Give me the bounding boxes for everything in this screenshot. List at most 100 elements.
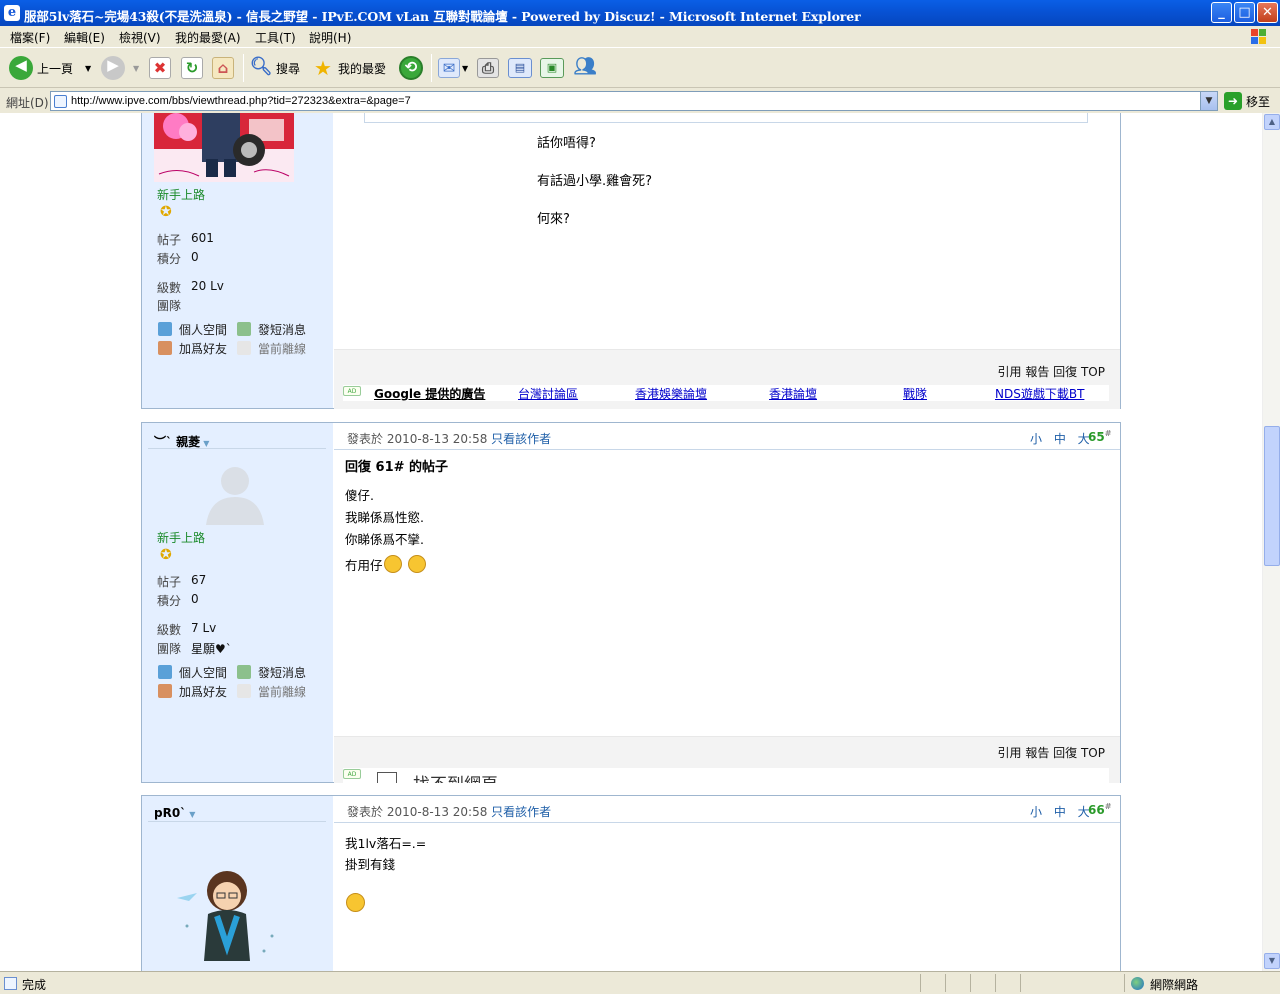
post-text-line: 冇用仔 — [345, 555, 426, 575]
username[interactable]: pR0ˋ ▼ — [154, 806, 195, 820]
post-text-line: 話你唔得? — [537, 136, 596, 151]
history-button[interactable]: ⟲ — [399, 56, 423, 80]
post-actions[interactable]: 引用 報告 回復 TOP — [998, 744, 1105, 761]
home-icon — [158, 665, 172, 679]
user-avatar — [154, 113, 294, 182]
forward-arrow-icon: ▶ — [101, 56, 125, 80]
chevron-down-icon[interactable]: ▼ — [85, 64, 91, 73]
address-bar: 網址(D) http://www.ipve.com/bbs/viewthread… — [0, 89, 1280, 113]
edit-button[interactable]: ▤ — [508, 56, 532, 80]
chevron-down-icon[interactable]: ▼ — [462, 64, 468, 73]
menu-tools[interactable]: 工具(T) — [255, 29, 296, 46]
back-button[interactable]: ◀ 上一頁 ▼ — [9, 56, 91, 80]
maximize-button[interactable]: □ — [1234, 2, 1255, 23]
address-label: 網址(D) — [6, 96, 49, 110]
post-footer: 引用 報告 回復 TOP AD 找不到網頁 — [334, 736, 1120, 783]
personal-space-link[interactable]: 個人空間 — [158, 664, 227, 681]
font-size-switch[interactable]: 小 中 大 — [1030, 803, 1094, 820]
personal-space-link[interactable]: 個人空間 — [158, 321, 227, 338]
user-avatar — [177, 871, 274, 961]
user-rank: 新手上路 — [157, 531, 206, 545]
scroll-up-icon[interactable]: ▲ — [1264, 114, 1280, 130]
close-button[interactable]: ✕ — [1257, 2, 1278, 23]
add-friend-link[interactable]: 加爲好友 — [158, 683, 227, 700]
menu-file[interactable]: 檔案(F) — [10, 29, 50, 46]
post-text-line: 你睇係爲不攣. — [345, 532, 424, 547]
offline-icon — [237, 341, 251, 355]
go-button[interactable]: ➜ 移至 — [1224, 91, 1270, 111]
messenger-icon: 👥︎ — [573, 56, 597, 77]
add-friend-link[interactable]: 加爲好友 — [158, 340, 227, 357]
printer-icon: ⎙ — [477, 58, 499, 78]
forum-post: ︶ˋ 親菱 ▼ 新手上路 ✪ 帖子 67 積分 0 級數 7 Lv 團隊 星願♥ˋ 個人空… — [141, 422, 1121, 783]
chevron-down-icon[interactable]: ▼ — [133, 64, 139, 73]
messenger-button[interactable]: 👥︎ — [573, 56, 597, 80]
page-icon — [377, 772, 397, 783]
favorites-button[interactable]: ★ 我的最愛 — [311, 56, 386, 80]
stat-level: 級數 7 Lv — [157, 621, 217, 637]
stat-team: 團隊 — [157, 299, 182, 313]
home-button[interactable]: ⌂ — [212, 56, 234, 80]
picture-icon: ▣ — [540, 58, 564, 78]
page-icon — [4, 977, 17, 990]
discuss-button[interactable]: ▣ — [540, 56, 564, 80]
stat-points: 積分 0 — [157, 250, 199, 266]
history-icon: ⟲ — [399, 56, 423, 80]
ad-link[interactable]: 香港論壇 — [769, 385, 817, 401]
windows-logo-icon — [1251, 29, 1266, 44]
username[interactable]: ︶ˋ 親菱 ▼ — [154, 433, 209, 450]
post-date: 2010-8-13 20:58 — [386, 805, 488, 819]
scroll-down-icon[interactable]: ▼ — [1264, 953, 1280, 969]
ad-link[interactable]: NDS遊戲下載BT — [995, 385, 1084, 401]
minimize-button[interactable]: _ — [1211, 2, 1232, 23]
vertical-scrollbar[interactable]: ▲ ▼ — [1262, 113, 1280, 971]
menu-help[interactable]: 說明(H) — [309, 29, 351, 46]
edit-page-icon: ▤ — [508, 58, 532, 78]
refresh-button[interactable]: ↻ — [181, 56, 203, 80]
ad-banner: AD 找不到網頁 — [343, 768, 1109, 783]
stat-team: 團隊 星願♥ˋ — [157, 642, 232, 656]
stat-posts: 帖子 67 — [157, 573, 207, 589]
chevron-down-icon: ▼ — [203, 439, 210, 448]
floor-number[interactable]: 65# — [1088, 429, 1111, 444]
send-message-link[interactable]: 發短消息 — [237, 664, 306, 681]
google-ads-label[interactable]: Google 提供的廣告 — [374, 385, 485, 401]
font-size-switch[interactable]: 小 中 大 — [1030, 430, 1094, 447]
post-meta: 發表於 2010-8-13 20:58 只看該作者 — [347, 805, 552, 819]
menu-view[interactable]: 檢視(V) — [119, 29, 161, 46]
menu-favorites[interactable]: 我的最愛(A) — [175, 29, 241, 46]
post-text-line: 我1lv落石=.= — [345, 836, 427, 851]
page-viewport: 新手上路 ✪ 帖子 601 積分 0 級數 20 Lv 團隊 個人空間 發短消息 加爲… — [0, 113, 1262, 971]
post-footer: 引用 報告 回復 TOP AD Google 提供的廣告 台灣討論區 香港娛樂論… — [334, 349, 1120, 409]
status-text: 完成 — [22, 978, 47, 992]
post-text-line: 掛到有錢 — [345, 857, 396, 872]
mail-button[interactable]: ✉ ▼ — [438, 56, 468, 80]
menu-edit[interactable]: 編輯(E) — [64, 29, 105, 46]
mail-icon: ✉ — [438, 58, 460, 78]
back-arrow-icon: ◀ — [9, 56, 33, 80]
address-input[interactable]: http://www.ipve.com/bbs/viewthread.php?t… — [50, 91, 1218, 111]
forward-button[interactable]: ▶ ▼ — [101, 56, 139, 80]
address-dropdown-icon[interactable]: ▼ — [1200, 92, 1217, 110]
search-button[interactable]: 🔍︎ 搜尋 — [249, 56, 300, 80]
scroll-thumb[interactable] — [1264, 426, 1280, 566]
floor-number[interactable]: 66# — [1088, 802, 1111, 817]
post-actions[interactable]: 引用 報告 回復 TOP — [998, 363, 1105, 380]
only-author-link[interactable]: 只看該作者 — [491, 805, 551, 819]
ad-link[interactable]: 戰隊 — [903, 385, 927, 401]
send-message-link[interactable]: 發短消息 — [237, 321, 306, 338]
online-status: 當前離線 — [237, 683, 306, 700]
smile-emoticon-icon — [346, 893, 365, 912]
stop-button[interactable]: ✖ — [149, 56, 171, 80]
window-title: 服部5lv落石~完場43殺(不是洗溫泉) - 信長之野望 - IPvE.COM … — [24, 9, 861, 24]
print-button[interactable]: ⎙ — [477, 56, 499, 80]
ad-link[interactable]: 香港娛樂論壇 — [635, 385, 707, 401]
search-icon: 🔍︎ — [249, 56, 273, 77]
post-text-line: 何來? — [537, 212, 570, 227]
rank-star-icon: ✪ — [160, 204, 172, 220]
home-icon: ⌂ — [212, 57, 234, 79]
only-author-link[interactable]: 只看該作者 — [491, 432, 551, 446]
post-date: 2010-8-13 20:58 — [386, 432, 488, 446]
ad-link[interactable]: 台灣討論區 — [518, 385, 578, 401]
user-sidebar: ︶ˋ 親菱 ▼ 新手上路 ✪ 帖子 67 積分 0 級數 7 Lv 團隊 星願♥ˋ 個人空… — [142, 423, 333, 782]
